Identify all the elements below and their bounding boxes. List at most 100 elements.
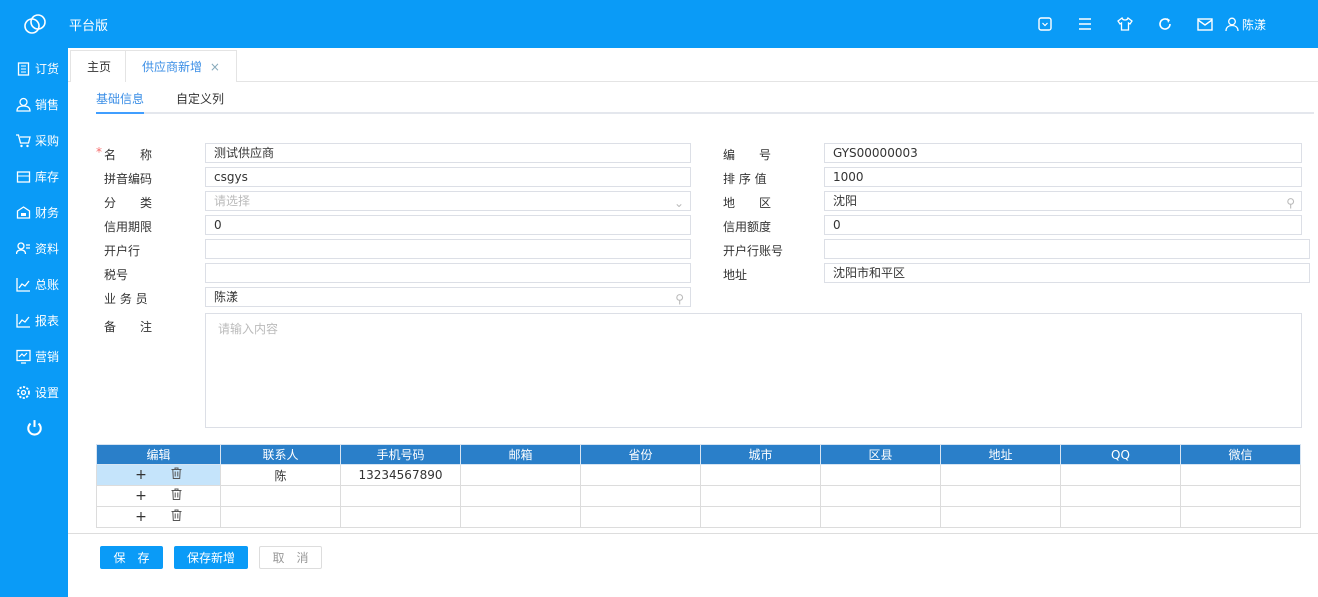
table-cell[interactable]: [220, 506, 341, 528]
add-row-icon[interactable]: +: [135, 467, 147, 483]
table-cell[interactable]: [940, 506, 1061, 528]
table-cell[interactable]: [1180, 464, 1301, 486]
table-cell[interactable]: [460, 485, 581, 507]
footer-bar: [68, 533, 1318, 597]
table-cell[interactable]: 13234567890: [340, 464, 461, 486]
sidebar-label: 资料: [35, 242, 60, 256]
category-placeholder: 请选择: [214, 194, 251, 208]
sidebar-label: 订货: [35, 62, 60, 76]
region-value: 沈阳: [833, 194, 858, 208]
user-icon: [16, 97, 31, 112]
search-icon[interactable]: ⚲: [675, 290, 684, 308]
code-input[interactable]: GYS00000003: [824, 143, 1302, 163]
table-cell[interactable]: [340, 506, 461, 528]
name-input[interactable]: 测试供应商: [205, 143, 691, 163]
table-cell[interactable]: [1180, 506, 1301, 528]
sort-label: 排 序 值: [723, 172, 767, 186]
table-cell[interactable]: [460, 464, 581, 486]
account-input[interactable]: [824, 239, 1310, 259]
table-cell[interactable]: [820, 464, 941, 486]
tab-supplier-new[interactable]: 供应商新增 ×: [125, 50, 237, 82]
tab-home[interactable]: 主页: [70, 50, 129, 82]
address-label: 地址: [723, 268, 748, 282]
tab-basic-info[interactable]: 基础信息: [96, 90, 145, 114]
sidebar-label: 总账: [35, 278, 60, 292]
save-new-button[interactable]: 保存新增: [174, 546, 248, 569]
sidebar-item-finance[interactable]: 财务: [16, 204, 59, 221]
table-cell[interactable]: [220, 485, 341, 507]
chart-icon: [16, 278, 30, 292]
sidebar-item-inventory[interactable]: 库存: [16, 168, 59, 185]
shirt-icon[interactable]: [1105, 14, 1145, 34]
table-cell[interactable]: [1060, 506, 1181, 528]
table-cell[interactable]: [700, 485, 821, 507]
power-button[interactable]: [26, 419, 43, 436]
col-header: 微信: [1180, 444, 1301, 465]
sidebar-item-ledger[interactable]: 总账: [16, 276, 59, 293]
credit-limit-label: 信用额度: [723, 220, 772, 234]
table-cell[interactable]: [940, 464, 1061, 486]
sidebar-item-order[interactable]: 订货: [16, 60, 59, 77]
sidebar-item-sales[interactable]: 销售: [16, 96, 59, 113]
search-icon[interactable]: ⚲: [1286, 194, 1295, 212]
sidebar-item-report[interactable]: 报表: [16, 312, 59, 329]
table-cell[interactable]: [1060, 485, 1181, 507]
table-cell[interactable]: [340, 485, 461, 507]
table-cell[interactable]: [460, 506, 581, 528]
table-cell[interactable]: 陈: [220, 464, 341, 486]
save-button[interactable]: 保 存: [100, 546, 163, 569]
add-row-icon[interactable]: +: [135, 509, 147, 525]
region-input[interactable]: 沈阳 ⚲: [824, 191, 1302, 211]
sidebar-item-purchase[interactable]: 采购: [16, 132, 59, 149]
tab-label: 供应商新增: [142, 60, 203, 74]
col-header: QQ: [1060, 444, 1181, 465]
remark-textarea[interactable]: 请输入内容: [205, 313, 1302, 428]
gear-icon: [17, 386, 30, 399]
category-select[interactable]: 请选择 ⌄: [205, 191, 691, 211]
tax-input[interactable]: [205, 263, 691, 283]
sidebar: 订货 销售 采购 库存 财务 资料 总账 报表 营销 设置: [0, 48, 68, 597]
trash-icon[interactable]: [171, 467, 182, 482]
trash-icon[interactable]: [171, 509, 182, 524]
menu-icon[interactable]: [1065, 14, 1105, 34]
user-menu[interactable]: 陈漾: [1225, 16, 1266, 33]
cancel-button[interactable]: 取 消: [259, 546, 322, 569]
table-cell[interactable]: [580, 464, 701, 486]
sidebar-item-marketing[interactable]: 营销: [16, 348, 59, 365]
table-row: +: [96, 485, 1301, 507]
trash-icon[interactable]: [171, 488, 182, 503]
address-input[interactable]: 沈阳市和平区: [824, 263, 1310, 283]
col-header: 区县: [820, 444, 941, 465]
table-cell[interactable]: [1180, 485, 1301, 507]
salesman-input[interactable]: 陈漾 ⚲: [205, 287, 691, 307]
row-actions: +: [96, 506, 221, 528]
pinyin-input[interactable]: csgys: [205, 167, 691, 187]
table-cell[interactable]: [700, 506, 821, 528]
table-cell[interactable]: [940, 485, 1061, 507]
credit-limit-input[interactable]: 0: [824, 215, 1302, 235]
power-icon: [27, 420, 42, 436]
table-cell[interactable]: [820, 485, 941, 507]
refresh-icon[interactable]: [1145, 14, 1185, 34]
bank-input[interactable]: [205, 239, 691, 259]
sidebar-item-data[interactable]: 资料: [16, 240, 59, 257]
clipboard-icon: [17, 62, 30, 76]
tab-label: 主页: [87, 60, 112, 74]
table-cell[interactable]: [700, 464, 821, 486]
mail-icon[interactable]: [1185, 14, 1225, 34]
category-label: 分 类: [104, 196, 153, 210]
monitor-icon: [16, 349, 31, 364]
add-row-icon[interactable]: +: [135, 488, 147, 504]
table-cell[interactable]: [580, 506, 701, 528]
credit-days-input[interactable]: 0: [205, 215, 691, 235]
sidebar-item-settings[interactable]: 设置: [16, 384, 59, 401]
sub-tabs: 基础信息 自定义列: [68, 82, 1318, 114]
sidebar-label: 库存: [35, 170, 60, 184]
tab-custom-columns[interactable]: 自定义列: [176, 90, 224, 107]
sort-input[interactable]: 1000: [824, 167, 1302, 187]
table-cell[interactable]: [1060, 464, 1181, 486]
dropdown-box-icon[interactable]: [1025, 14, 1065, 34]
table-cell[interactable]: [820, 506, 941, 528]
close-icon[interactable]: ×: [210, 60, 220, 74]
table-cell[interactable]: [580, 485, 701, 507]
